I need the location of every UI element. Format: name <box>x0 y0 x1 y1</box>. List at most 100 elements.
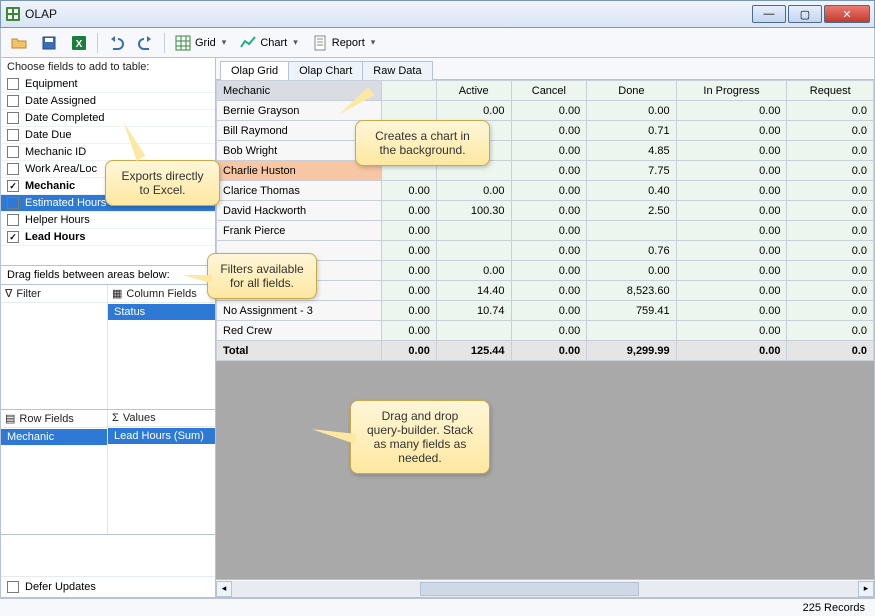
cell[interactable]: 0.0 <box>787 101 874 121</box>
chart-dropdown[interactable]: Chart <box>236 33 301 53</box>
redo-button[interactable] <box>134 33 158 53</box>
cell[interactable]: 0.0 <box>787 161 874 181</box>
defer-checkbox[interactable] <box>7 581 19 593</box>
cell[interactable]: 0.76 <box>587 241 676 261</box>
cell[interactable]: 0.0 <box>787 281 874 301</box>
defer-updates-row[interactable]: Defer Updates <box>1 576 215 597</box>
field-checkbox[interactable] <box>7 112 19 124</box>
filter-area[interactable]: ∇Filter <box>1 285 108 409</box>
cell[interactable]: 8,523.60 <box>587 281 676 301</box>
report-dropdown[interactable]: Report <box>308 33 380 53</box>
cell[interactable]: 0.00 <box>676 221 787 241</box>
row-fields-area[interactable]: ▤Row Fields Mechanic <box>1 410 108 534</box>
column-header[interactable]: Cancel <box>511 81 587 101</box>
cell[interactable]: 0.00 <box>511 281 587 301</box>
cell[interactable]: 0.00 <box>436 261 511 281</box>
cell[interactable]: 0.00 <box>436 181 511 201</box>
field-item[interactable]: Mechanic ID <box>1 144 215 161</box>
area-chip[interactable]: Lead Hours (Sum) <box>108 428 215 444</box>
cell[interactable]: 0.00 <box>511 141 587 161</box>
row-header[interactable]: No Assignment - 3 <box>217 301 382 321</box>
grid-dropdown[interactable]: Grid <box>171 33 230 53</box>
field-checkbox[interactable]: ✓ <box>7 231 19 243</box>
field-checkbox[interactable] <box>7 163 19 175</box>
cell[interactable]: 0.0 <box>787 241 874 261</box>
cell[interactable] <box>436 221 511 241</box>
column-header[interactable]: Done <box>587 81 676 101</box>
cell[interactable] <box>436 321 511 341</box>
cell[interactable]: 0.00 <box>587 261 676 281</box>
cell[interactable] <box>381 101 436 121</box>
column-fields-area[interactable]: ▦Column Fields Status <box>108 285 215 409</box>
scroll-track[interactable] <box>232 581 858 597</box>
maximize-button[interactable]: ▢ <box>788 5 822 23</box>
field-item[interactable]: Date Due <box>1 127 215 144</box>
cell[interactable]: 10.74 <box>436 301 511 321</box>
column-header[interactable]: Active <box>436 81 511 101</box>
cell[interactable]: 0.0 <box>787 121 874 141</box>
scroll-left-button[interactable]: ◂ <box>216 581 232 597</box>
cell[interactable]: 0.00 <box>511 201 587 221</box>
close-button[interactable]: ✕ <box>824 5 870 23</box>
export-excel-button[interactable]: X <box>67 33 91 53</box>
cell[interactable]: 0.00 <box>381 241 436 261</box>
cell[interactable]: 0.00 <box>676 181 787 201</box>
column-header[interactable]: In Progress <box>676 81 787 101</box>
cell[interactable]: 0.00 <box>676 201 787 221</box>
cell[interactable]: 0.00 <box>511 321 587 341</box>
cell[interactable]: 0.00 <box>676 261 787 281</box>
field-checkbox[interactable] <box>7 78 19 90</box>
row-header[interactable]: David Hackworth <box>217 201 382 221</box>
row-header[interactable]: Frank Pierce <box>217 221 382 241</box>
area-chip[interactable]: Mechanic <box>1 429 107 445</box>
tab[interactable]: Olap Grid <box>220 61 289 80</box>
cell[interactable]: 0.0 <box>787 201 874 221</box>
cell[interactable]: 0.00 <box>381 281 436 301</box>
field-checkbox[interactable]: ✓ <box>7 180 19 192</box>
undo-button[interactable] <box>104 33 128 53</box>
field-item[interactable]: ✓Lead Hours <box>1 229 215 246</box>
field-checkbox[interactable] <box>7 197 19 209</box>
cell[interactable] <box>587 221 676 241</box>
cell[interactable]: 0.0 <box>787 301 874 321</box>
area-chip[interactable]: Status <box>108 304 215 320</box>
cell[interactable]: 0.00 <box>511 261 587 281</box>
cell[interactable]: 0.0 <box>787 261 874 281</box>
cell[interactable]: 0.00 <box>511 121 587 141</box>
cell[interactable]: 0.00 <box>676 321 787 341</box>
cell[interactable]: 0.00 <box>676 121 787 141</box>
cell[interactable]: 0.00 <box>587 101 676 121</box>
scroll-right-button[interactable]: ▸ <box>858 581 874 597</box>
field-checkbox[interactable] <box>7 95 19 107</box>
cell[interactable]: 100.30 <box>436 201 511 221</box>
cell[interactable]: 0.00 <box>676 141 787 161</box>
cell[interactable]: 0.0 <box>787 141 874 161</box>
cell[interactable]: 0.00 <box>381 181 436 201</box>
field-item[interactable]: Date Completed <box>1 110 215 127</box>
field-item[interactable]: Equipment <box>1 76 215 93</box>
cell[interactable]: 0.00 <box>381 321 436 341</box>
field-item[interactable]: Helper Hours <box>1 212 215 229</box>
tab[interactable]: Raw Data <box>362 61 432 80</box>
cell[interactable]: 0.00 <box>381 221 436 241</box>
cell[interactable]: 0.00 <box>381 261 436 281</box>
cell[interactable] <box>587 321 676 341</box>
cell[interactable]: 0.71 <box>587 121 676 141</box>
scroll-thumb[interactable] <box>420 582 639 596</box>
cell[interactable]: 0.00 <box>676 241 787 261</box>
cell[interactable]: 0.00 <box>511 221 587 241</box>
cell[interactable]: 0.00 <box>676 101 787 121</box>
cell[interactable]: 0.00 <box>381 301 436 321</box>
field-checkbox[interactable] <box>7 146 19 158</box>
cell[interactable]: 0.0 <box>787 181 874 201</box>
row-header[interactable]: Clarice Thomas <box>217 181 382 201</box>
cell[interactable]: 0.0 <box>787 221 874 241</box>
cell[interactable]: 0.00 <box>676 281 787 301</box>
minimize-button[interactable]: — <box>752 5 786 23</box>
cell[interactable]: 759.41 <box>587 301 676 321</box>
cell[interactable]: 0.00 <box>676 161 787 181</box>
cell[interactable]: 0.0 <box>787 321 874 341</box>
column-header[interactable] <box>381 81 436 101</box>
cell[interactable]: 14.40 <box>436 281 511 301</box>
column-header[interactable]: Request <box>787 81 874 101</box>
